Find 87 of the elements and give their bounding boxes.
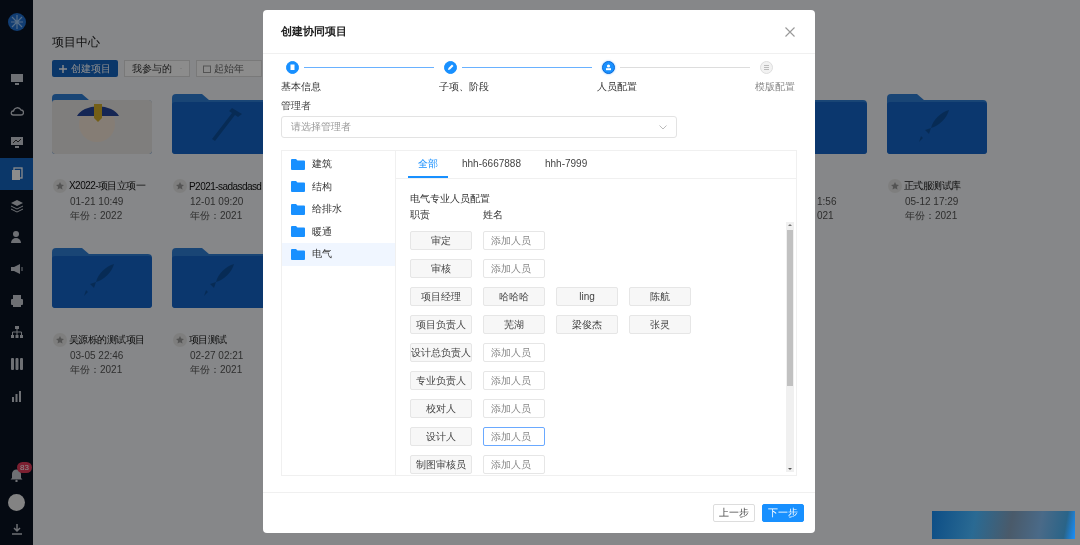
download-icon[interactable] <box>10 523 23 535</box>
document-icon <box>9 166 24 181</box>
project-date: 01-21 10:49 <box>69 195 125 208</box>
project-year: 021 <box>816 209 835 222</box>
project-title[interactable]: P2021-sadasdasd <box>189 180 262 192</box>
close-icon[interactable] <box>785 26 795 37</box>
project-year: 年份：2022 <box>69 209 124 222</box>
section-heading: 电气专业人员配置 <box>410 192 491 206</box>
star-icon[interactable] <box>173 333 187 347</box>
project-year: 年份：2021 <box>189 363 244 376</box>
filter-dropdown[interactable]: 我参与的 <box>124 60 190 77</box>
role-tag: 项目负责人 <box>410 315 472 334</box>
year-field[interactable]: 起始年 <box>196 60 262 77</box>
tab[interactable]: hhh-6667888 <box>452 151 531 178</box>
category-item[interactable]: 给排水 <box>282 198 395 221</box>
logo-icon <box>6 12 27 32</box>
project-date: 12-01 09:20 <box>189 195 245 208</box>
member-tag[interactable]: 芜湖 <box>483 315 545 334</box>
project-title[interactable]: 吴源栎的测试项目 <box>69 333 145 347</box>
member-tag[interactable]: 哈哈哈 <box>483 287 545 306</box>
project-title[interactable]: 项目测试 <box>189 333 227 347</box>
folder-icon <box>291 203 305 215</box>
member-tag[interactable]: ling <box>556 287 618 306</box>
add-person-field[interactable]: 添加人员 <box>483 427 545 446</box>
scroll-up-icon[interactable] <box>786 222 794 228</box>
avatar[interactable] <box>8 494 25 511</box>
folder-icon <box>291 226 305 238</box>
role-tag: 审核 <box>410 259 472 278</box>
bar-chart-icon <box>9 388 24 403</box>
role-tag: 校对人 <box>410 399 472 418</box>
star-icon[interactable] <box>53 179 67 193</box>
role-tag: 设计人 <box>410 427 472 446</box>
folder-icon <box>291 158 305 170</box>
scroll-down-icon[interactable] <box>786 466 794 472</box>
star-icon[interactable] <box>888 179 902 193</box>
member-tag[interactable]: 梁俊杰 <box>556 315 618 334</box>
previous-button[interactable]: 上一步 <box>713 504 755 522</box>
hierarchy-icon <box>9 325 24 340</box>
bell-icon[interactable] <box>10 468 23 482</box>
calendar-icon <box>203 64 211 73</box>
monitor-icon <box>9 71 24 86</box>
sidebar-item[interactable] <box>0 158 33 190</box>
chevron-down-icon <box>659 124 667 130</box>
project-title[interactable]: 正式服测试库 <box>904 179 961 193</box>
manager-label: 管理者 <box>281 99 312 113</box>
megaphone-icon <box>9 261 24 276</box>
chart-screen-icon <box>9 135 24 150</box>
project-date: 05-12 17:29 <box>904 195 960 208</box>
tab[interactable]: hhh-7999 <box>534 151 598 178</box>
role-tag: 设计总负责人 <box>410 343 472 362</box>
step-label: 基本信息 <box>281 80 322 94</box>
column-header: 职责 <box>410 208 431 222</box>
layers-icon <box>9 198 24 213</box>
star-icon[interactable] <box>53 333 67 347</box>
notification-badge: 83 <box>17 462 32 473</box>
project-date: 1:56 <box>816 195 838 208</box>
project-year: 年份：2021 <box>189 209 244 222</box>
columns-icon <box>9 357 24 372</box>
project-year: 年份：2021 <box>904 209 959 222</box>
project-title[interactable]: X2022-项目立项一 <box>69 179 146 193</box>
create-project-button[interactable]: 创建项目 <box>52 60 118 77</box>
role-tag: 制图审核员 <box>410 455 472 474</box>
step-label: 子项、阶段 <box>439 80 490 94</box>
member-tag[interactable]: 陈航 <box>629 287 691 306</box>
dialog-title: 创建协同项目 <box>281 24 347 39</box>
folder-icon <box>291 248 305 260</box>
person-icon <box>9 230 24 245</box>
plus-icon <box>59 64 67 73</box>
member-tag[interactable]: 张灵 <box>629 315 691 334</box>
project-date: 03-05 22:46 <box>69 349 125 362</box>
step-label: 模版配置 <box>755 80 795 94</box>
role-tag: 项目经理 <box>410 287 472 306</box>
project-year: 年份：2021 <box>69 363 124 376</box>
role-tag: 审定 <box>410 231 472 250</box>
project-date: 02-27 02:21 <box>189 349 245 362</box>
step-label: 人员配置 <box>597 80 638 94</box>
printer-icon <box>9 293 24 308</box>
category-item[interactable]: 建筑 <box>282 153 395 176</box>
star-icon[interactable] <box>173 179 187 193</box>
category-item[interactable]: 暖通 <box>282 220 395 243</box>
category-item[interactable]: 结构 <box>282 175 395 198</box>
scrollbar[interactable] <box>786 222 794 472</box>
category-item[interactable]: 电气 <box>282 243 395 266</box>
folder-icon <box>291 181 305 193</box>
role-tag: 专业负责人 <box>410 371 472 390</box>
page-title: 项目中心 <box>52 34 101 50</box>
column-header: 姓名 <box>483 208 503 222</box>
